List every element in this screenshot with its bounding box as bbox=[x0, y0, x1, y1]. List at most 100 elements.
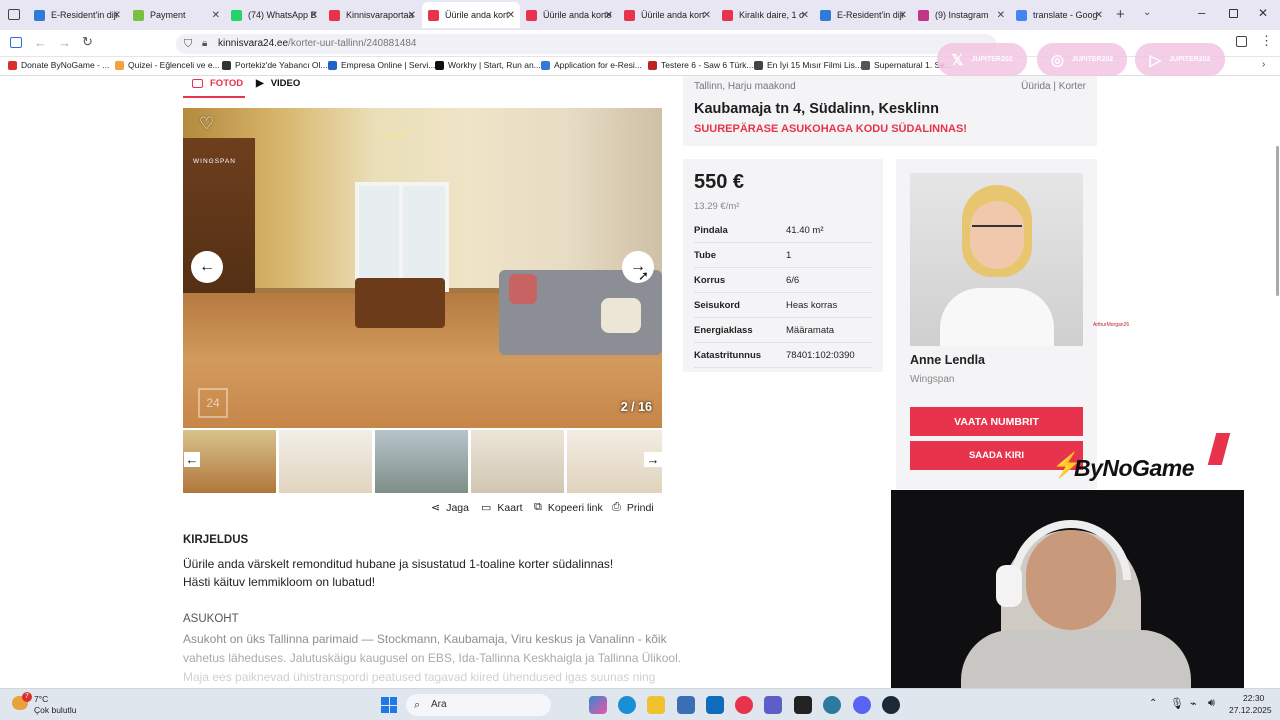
bookmark-item[interactable]: Donate ByNoGame - ... bbox=[8, 60, 109, 70]
edge-icon[interactable] bbox=[618, 696, 636, 714]
microphone-icon[interactable]: 🎙︎ bbox=[1170, 697, 1184, 710]
weather-widget[interactable]: 7 7°C Çok bulutlu bbox=[10, 692, 90, 717]
bookmark-favicon-icon bbox=[754, 60, 763, 70]
gallery-prev-button[interactable]: ← bbox=[191, 251, 223, 283]
back-icon[interactable]: ← bbox=[34, 35, 47, 50]
webcam-overlay bbox=[891, 490, 1244, 688]
browser-tab[interactable]: Üürile anda kort ✕ bbox=[618, 4, 716, 26]
clock-date[interactable]: 27.12.2025 bbox=[1229, 705, 1272, 715]
gallery-main-photo[interactable]: ♡ WINGSPAN ← → ➚ 24 2 / 16 bbox=[183, 108, 662, 428]
tab-close-icon[interactable]: ✕ bbox=[801, 10, 809, 21]
close-window-button[interactable]: ✕ bbox=[1258, 6, 1268, 20]
map-icon: ▭ bbox=[481, 502, 492, 514]
outlook-icon[interactable] bbox=[706, 696, 724, 714]
tab-close-icon[interactable]: ✕ bbox=[507, 10, 515, 21]
thumbnail-prev-icon[interactable]: ← bbox=[184, 452, 200, 467]
page-scrollbar[interactable] bbox=[1276, 146, 1279, 296]
browser-tab[interactable]: Kinnisvaraportaa ✕ bbox=[323, 4, 421, 26]
location-text-3: Maja ees paiknevad ühistranspordi peatus… bbox=[183, 670, 656, 684]
tab-label: Payment bbox=[150, 10, 186, 20]
tab-close-icon[interactable]: ✕ bbox=[1095, 10, 1103, 21]
tab-close-icon[interactable]: ✕ bbox=[899, 10, 907, 21]
tab-close-icon[interactable]: ✕ bbox=[310, 10, 318, 21]
bookmarks-overflow-icon[interactable]: › bbox=[1262, 59, 1265, 70]
share-icon: ⋖ bbox=[431, 502, 441, 514]
tab-close-icon[interactable]: ✕ bbox=[212, 10, 220, 21]
forward-icon[interactable]: → bbox=[58, 35, 71, 50]
copy-link-button[interactable]: ⧉ Kopeeri link bbox=[534, 501, 603, 514]
bookmark-item[interactable]: En İyi 15 Mısır Filmi Lis... bbox=[754, 60, 862, 70]
map-button[interactable]: ▭ Kaart bbox=[481, 501, 523, 515]
menu-icon[interactable]: ⋮ bbox=[1260, 33, 1273, 49]
file-explorer-icon[interactable] bbox=[647, 696, 665, 714]
terminal-icon[interactable] bbox=[794, 696, 812, 714]
network-app-icon[interactable] bbox=[823, 696, 841, 714]
browser-tab[interactable]: Üürile anda korte ✕ bbox=[520, 4, 618, 26]
tab-video[interactable]: ▶ VIDEO bbox=[256, 78, 300, 89]
app-icon[interactable] bbox=[677, 696, 695, 714]
extensions-icon[interactable] bbox=[1236, 36, 1247, 47]
bookmark-item[interactable]: Portekiz'de Yabancı Ol... bbox=[222, 60, 328, 70]
start-button[interactable] bbox=[381, 697, 397, 713]
description-line-1: Üürile anda värskelt remonditud hubane j… bbox=[183, 557, 614, 571]
copy-icon: ⧉ bbox=[534, 501, 542, 513]
site-info-icon[interactable]: ⛉ bbox=[184, 34, 192, 54]
tab-label: (74) WhatsApp B bbox=[248, 10, 317, 20]
browser-tab[interactable]: Üürile anda kort ✕ bbox=[422, 2, 520, 28]
new-tab-button[interactable]: + bbox=[1116, 6, 1125, 23]
thumbnail-3[interactable] bbox=[375, 430, 468, 493]
address-bar[interactable]: ⛉ 🔒︎ kinnisvara24.ee/korter-uur-tallinn/… bbox=[176, 34, 996, 54]
tab-close-icon[interactable]: ✕ bbox=[408, 10, 416, 21]
bookmark-item[interactable]: Empresa Online | Servi... bbox=[328, 60, 435, 70]
thumbnail-2[interactable] bbox=[279, 430, 372, 493]
taskbar-search[interactable]: ⌕ Ara bbox=[406, 694, 551, 716]
volume-icon[interactable]: 🔊︎ bbox=[1208, 697, 1215, 710]
show-number-button[interactable]: VAATA NUMBRIT bbox=[910, 407, 1083, 436]
bookmark-item[interactable]: Application for e-Resi... bbox=[541, 60, 642, 70]
print-icon: ⎙ bbox=[612, 501, 621, 513]
tab-close-icon[interactable]: ✕ bbox=[703, 10, 711, 21]
browser-tab[interactable]: Payment ✕ bbox=[127, 4, 225, 26]
maximize-button[interactable] bbox=[1229, 9, 1238, 18]
bookmark-favicon-icon bbox=[8, 60, 17, 70]
favorite-heart-icon[interactable]: ♡ bbox=[199, 114, 214, 134]
steam-icon[interactable] bbox=[882, 696, 900, 714]
browser-tab[interactable]: translate - Goog ✕ bbox=[1010, 4, 1108, 26]
firefox-icon[interactable] bbox=[735, 696, 753, 714]
sidebar-toggle-icon[interactable] bbox=[10, 37, 22, 48]
detail-row: Korrus 6/6 bbox=[694, 268, 872, 293]
browser-tab[interactable]: E-Resident'in diji ✕ bbox=[28, 4, 126, 26]
bookmark-item[interactable]: Quizei - Eğlenceli ve e... bbox=[115, 60, 220, 70]
copilot-icon[interactable] bbox=[589, 696, 607, 714]
tab-photos[interactable]: FOTOD bbox=[192, 78, 243, 89]
tab-close-icon[interactable]: ✕ bbox=[605, 10, 613, 21]
tab-overflow-icon[interactable]: ⌄ bbox=[1143, 7, 1151, 18]
tab-close-icon[interactable]: ✕ bbox=[997, 10, 1005, 21]
weather-desc: Çok bulutlu bbox=[34, 705, 77, 715]
print-button[interactable]: ⎙ Prindi bbox=[612, 501, 654, 514]
listing-address: Kaubamaja tn 4, Südalinn, Kesklinn bbox=[694, 101, 939, 117]
share-button[interactable]: ⋖ Jaga bbox=[431, 501, 469, 515]
tab-close-icon[interactable]: ✕ bbox=[113, 10, 121, 21]
bookmark-item[interactable]: Workhy | Start, Run an... bbox=[435, 60, 541, 70]
bookmark-item[interactable]: Testere 6 - Saw 6 Türk... bbox=[648, 60, 753, 70]
tray-overflow-icon[interactable]: ⌃ bbox=[1149, 698, 1157, 709]
tab-label: Üürile anda korte bbox=[543, 10, 612, 20]
windows-taskbar: 7 7°C Çok bulutlu ⌕ Ara ⌃ 🎙︎ ⌁ 🔊︎ 22:30 … bbox=[0, 688, 1280, 720]
thumbnail-4[interactable] bbox=[471, 430, 564, 493]
thumbnail-next-icon[interactable]: → bbox=[644, 452, 662, 467]
browser-tab[interactable]: (9) Instagram ✕ bbox=[912, 4, 1010, 26]
browser-tab[interactable]: Kiralık daire, 1 o ✕ bbox=[716, 4, 814, 26]
teams-icon[interactable] bbox=[764, 696, 782, 714]
tab-list-icon[interactable] bbox=[8, 9, 20, 20]
detail-key: Energiaklass bbox=[694, 325, 753, 336]
reload-icon[interactable]: ↻ bbox=[82, 34, 93, 50]
browser-tab[interactable]: (74) WhatsApp B ✕ bbox=[225, 4, 323, 26]
minimize-button[interactable]: – bbox=[1198, 5, 1205, 20]
clock-time[interactable]: 22:30 bbox=[1243, 693, 1264, 703]
browser-tab[interactable]: E-Resident'in diji ✕ bbox=[814, 4, 912, 26]
discord-icon[interactable] bbox=[853, 696, 871, 714]
detail-key: Katastritunnus bbox=[694, 350, 762, 361]
network-icon[interactable]: ⌁ bbox=[1190, 697, 1197, 710]
tab-photos-label: FOTOD bbox=[210, 78, 244, 89]
